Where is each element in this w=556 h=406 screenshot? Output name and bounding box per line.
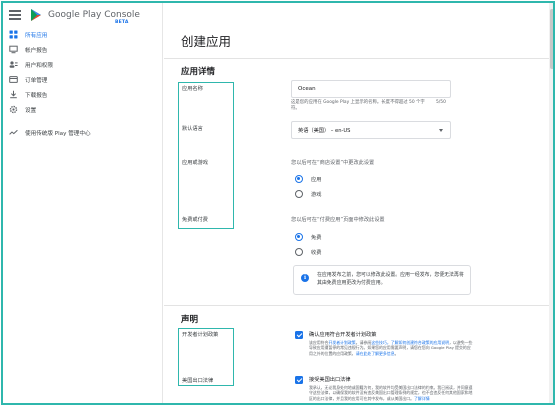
radio-label: 免费 <box>311 234 322 241</box>
page-title: 创建应用 <box>181 34 232 49</box>
sidebar-item-label: 用户和权限 <box>25 62 53 69</box>
us-export-laws-text: 我承认，无论我身处何地或国籍为何，我的软件均受美国出口法律的约束。我已阅读，并同… <box>309 385 474 403</box>
download-icon <box>9 90 18 99</box>
app-or-game-hint: 您以后可在“商店设置”中更改此设置 <box>291 160 375 166</box>
learn-more-link[interactable]: 请在此处了解更多信息 <box>356 351 395 356</box>
tips-link[interactable]: 这些技巧 <box>371 340 387 345</box>
brand-name: Google Play Console <box>48 10 140 20</box>
app-name-counter: 5/50 <box>436 100 446 105</box>
sidebar-item-legacy-console[interactable]: 使用传统版 Play 管理中心 <box>3 125 163 140</box>
radio-button[interactable] <box>295 248 303 256</box>
info-notice-text: 在应用发布之前，您可以修改此设置。应用一经发布，您便无法再将其由免费应用更改为付… <box>317 272 464 286</box>
sidebar-item-users[interactable]: 用户和权限 <box>3 57 163 72</box>
app-name-help: 这是您的应用在 Google Play 上显示的名称。长度不得超过 50 个字符… <box>291 100 425 111</box>
sidebar-item-download-reports[interactable]: 下载报告 <box>3 87 163 102</box>
label-default-language: 默认语言 <box>182 126 203 132</box>
decl-text-part: 该应用符合 <box>309 340 329 345</box>
us-export-laws-checkbox[interactable] <box>295 376 303 384</box>
default-language-value: 英语（美国） – en-US <box>298 128 351 134</box>
apps-icon <box>9 30 18 39</box>
description-policy-link[interactable]: ，了解如何创建符合政策的应用说明 <box>387 340 449 345</box>
radio-label: 收费 <box>311 249 322 256</box>
gear-icon <box>9 105 18 114</box>
radio-button-selected[interactable] <box>295 233 303 241</box>
export-learn-more-link[interactable]: 了解详情 <box>414 396 430 401</box>
section-title-app-details: 应用详情 <box>181 67 216 77</box>
default-language-select[interactable]: 英语（美国） – en-US <box>291 121 451 139</box>
radio-label: 游戏 <box>311 191 322 198</box>
monitor-icon <box>9 45 18 54</box>
radio-option-app[interactable]: 应用 <box>295 175 321 183</box>
decl-text-part: 我承认，无论我身处何地或国籍为何，我的软件均受美国出口法律的约束。我已阅读，并同… <box>309 385 473 401</box>
section-divider <box>164 305 553 306</box>
sidebar-item-label: 帐户报告 <box>25 47 48 54</box>
sidebar-item-orders[interactable]: 订单管理 <box>3 72 163 87</box>
menu-icon[interactable] <box>9 10 21 20</box>
title-divider <box>164 58 553 59</box>
developer-policy-text: 该应用符合开发者计划政策。请参阅这些技巧，了解如何创建符合政策的应用说明，以避免… <box>309 340 474 356</box>
radio-option-game[interactable]: 游戏 <box>295 190 321 198</box>
card-icon <box>9 75 18 84</box>
radio-option-free[interactable]: 免费 <box>295 233 321 241</box>
radio-option-paid[interactable]: 收费 <box>295 248 321 256</box>
main-content: 创建应用 应用详情 应用名称 Ocean 这是您的应用在 Google Play… <box>164 3 553 403</box>
us-export-laws-title: 接受美国出口法律 <box>309 377 351 383</box>
free-or-paid-hint: 您以后可在“付费应用”页面中修改此设置 <box>291 217 385 223</box>
label-app-or-game: 应用或游戏 <box>182 160 208 166</box>
sidebar-nav: 所有应用 帐户报告 用户和权限 订单管理 下载报告 设置 使用传统版 Play … <box>3 27 163 140</box>
sidebar-item-label: 所有应用 <box>25 32 48 39</box>
label-app-name: 应用名称 <box>182 86 203 92</box>
label-developer-policy: 开发者计划政策 <box>182 332 219 338</box>
sidebar-item-label: 使用传统版 Play 管理中心 <box>25 130 91 137</box>
sidebar-item-all-apps[interactable]: 所有应用 <box>3 27 163 42</box>
sidebar-item-settings[interactable]: 设置 <box>3 102 163 117</box>
info-notice: i 在应用发布之前，您可以修改此设置。应用一经发布，您便无法再将其由免费应用更改… <box>293 265 471 295</box>
developer-policy-checkbox[interactable] <box>295 331 303 339</box>
section-title-declarations: 声明 <box>181 315 199 325</box>
sidebar-item-label: 设置 <box>25 107 37 114</box>
decl-text-part: 。请参阅 <box>355 340 372 345</box>
users-icon <box>9 60 18 69</box>
app-window: Google Play Console BETA 所有应用 帐户报告 用户和权限… <box>1 1 555 405</box>
chevron-down-icon <box>439 129 443 132</box>
info-icon: i <box>301 274 309 282</box>
developer-policy-title: 确认应用符合开发者计划政策 <box>309 332 377 338</box>
sidebar-item-label: 订单管理 <box>25 77 48 84</box>
sidebar-item-label: 下载报告 <box>25 92 48 99</box>
sidebar: Google Play Console BETA 所有应用 帐户报告 用户和权限… <box>3 3 163 403</box>
radio-button[interactable] <box>295 190 303 198</box>
trend-icon <box>9 128 18 137</box>
play-console-logo <box>31 9 41 21</box>
label-free-or-paid: 免费或付费 <box>182 217 208 223</box>
beta-badge: BETA <box>115 20 129 25</box>
radio-label: 应用 <box>311 176 322 183</box>
scrollbar-thumb[interactable] <box>550 9 553 69</box>
radio-button-selected[interactable] <box>295 175 303 183</box>
labels-highlight-box <box>178 82 234 229</box>
decl-text-part: 。 <box>394 350 399 356</box>
app-name-input[interactable]: Ocean <box>291 80 451 98</box>
label-us-export-laws: 美国出口法律 <box>182 378 214 384</box>
developer-policy-link[interactable]: 开发者计划政策 <box>328 340 355 345</box>
sidebar-item-account-reports[interactable]: 帐户报告 <box>3 42 163 57</box>
